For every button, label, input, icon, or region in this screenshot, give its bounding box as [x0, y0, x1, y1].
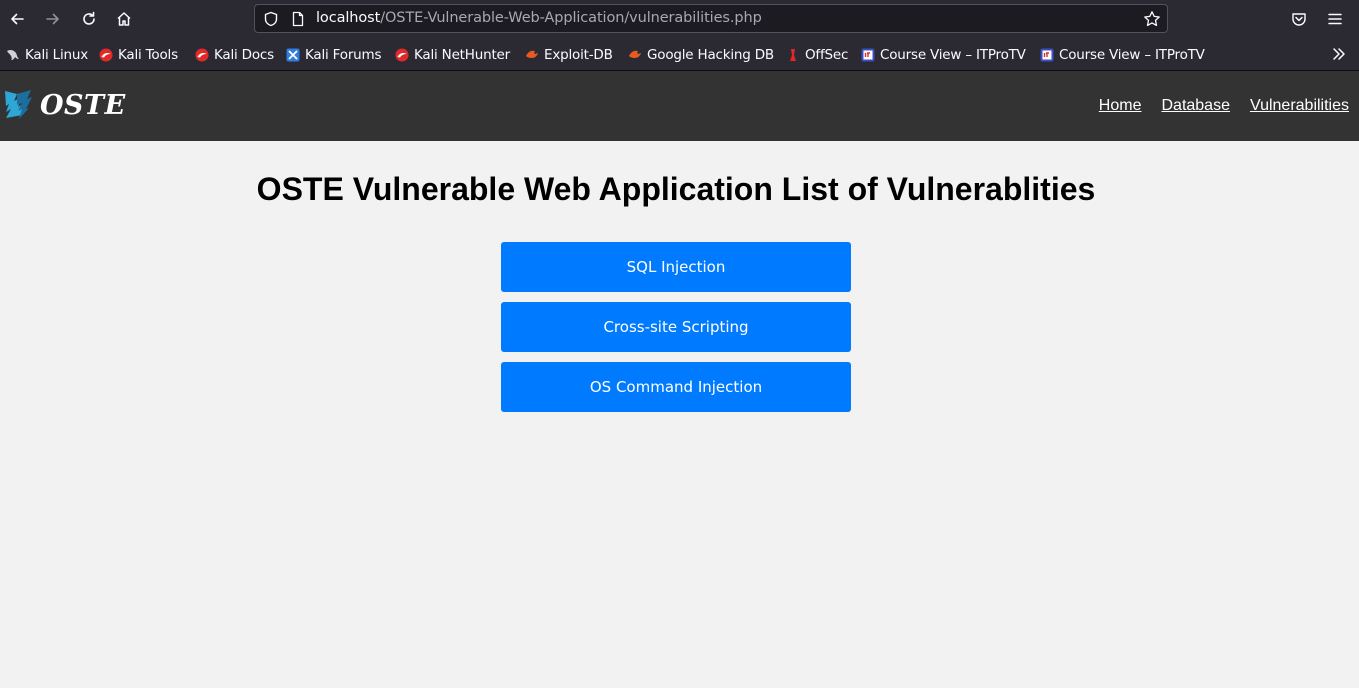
app-menu-button[interactable] — [1321, 5, 1349, 33]
pocket-button[interactable] — [1285, 5, 1313, 33]
bookmark-kali-linux[interactable]: Kali Linux — [6, 45, 88, 65]
kali-icon — [195, 48, 209, 62]
browser-toolbar: localhost/OSTE-Vulnerable-Web-Applicatio… — [0, 0, 1359, 39]
site-logo[interactable]: OSTE — [4, 88, 126, 122]
home-button[interactable] — [110, 5, 138, 33]
bookmark-kali-tools[interactable]: Kali Tools — [99, 45, 178, 65]
exploit-db-icon — [628, 48, 642, 62]
bookmark-label: Kali Forums — [305, 47, 382, 63]
bookmark-label: Kali Tools — [118, 47, 178, 63]
bookmark-label: Exploit-DB — [544, 47, 613, 63]
bookmark-label: Course View – ITProTV — [1059, 47, 1205, 63]
back-button[interactable] — [3, 5, 31, 33]
bookmark-kali-nethunter[interactable]: Kali NetHunter — [395, 45, 510, 65]
bookmark-label: OffSec — [805, 47, 849, 63]
page-title: OSTE Vulnerable Web Application List of … — [256, 171, 1096, 207]
site-header: OSTE Home Database Vulnerabilities — [0, 71, 1359, 141]
sql-injection-button[interactable]: SQL Injection — [501, 242, 851, 292]
nav-link-vulnerabilities[interactable]: Vulnerabilities — [1250, 97, 1349, 115]
kali-icon — [395, 48, 409, 62]
oste-logo-icon — [5, 90, 32, 119]
itprotv-icon — [861, 48, 875, 62]
forward-arrow-icon — [46, 13, 59, 25]
itprotv-icon — [1040, 48, 1054, 62]
hamburger-menu-icon — [1328, 13, 1342, 25]
offsec-icon — [786, 48, 800, 62]
bookmark-offsec[interactable]: OffSec — [786, 45, 848, 65]
bookmark-course-view-itprotv-1[interactable]: Course View – ITProTV — [861, 45, 1026, 65]
bookmark-star-icon[interactable] — [1143, 10, 1161, 28]
kali-forums-icon — [286, 48, 300, 62]
bookmark-course-view-itprotv-2[interactable]: Course View – ITProTV — [1040, 45, 1205, 65]
exploit-db-icon — [525, 48, 539, 62]
bookmark-kali-forums[interactable]: Kali Forums — [286, 45, 382, 65]
kali-dragon-icon — [6, 48, 20, 62]
home-icon — [117, 12, 131, 26]
tracking-protection-icon[interactable] — [263, 11, 279, 27]
reload-icon — [83, 11, 95, 25]
forward-button[interactable] — [39, 5, 67, 33]
bookmark-label: Kali Docs — [214, 47, 274, 63]
bookmark-label: Google Hacking DB — [647, 47, 774, 63]
page-info-icon[interactable] — [290, 11, 306, 27]
os-command-injection-button[interactable]: OS Command Injection — [501, 362, 851, 412]
url-text[interactable]: localhost/OSTE-Vulnerable-Web-Applicatio… — [316, 10, 762, 26]
chevron-double-right-icon — [1333, 48, 1345, 60]
bookmarks-overflow-button[interactable] — [1331, 46, 1347, 66]
kali-icon — [99, 48, 113, 62]
bookmark-google-hacking-db[interactable]: Google Hacking DB — [628, 45, 774, 65]
pocket-icon — [1292, 13, 1306, 26]
bookmark-label: Kali NetHunter — [414, 47, 510, 63]
nav-link-database[interactable]: Database — [1161, 97, 1230, 115]
back-arrow-icon — [11, 13, 24, 25]
bookmark-exploit-db[interactable]: Exploit-DB — [525, 45, 613, 65]
site-nav: Home Database Vulnerabilities — [1099, 97, 1349, 115]
bookmark-label: Course View – ITProTV — [880, 47, 1026, 63]
logo-text: OSTE — [40, 89, 126, 121]
nav-link-home[interactable]: Home — [1099, 97, 1142, 115]
bookmarks-toolbar: Kali Linux Kali Tools Kali Docs Kali For… — [0, 39, 1359, 71]
url-host: localhost — [316, 10, 381, 26]
url-path: /OSTE-Vulnerable-Web-Application/vulnera… — [380, 10, 762, 26]
bookmark-label: Kali Linux — [25, 47, 89, 63]
address-bar[interactable]: localhost/OSTE-Vulnerable-Web-Applicatio… — [254, 4, 1168, 33]
reload-button[interactable] — [75, 5, 103, 33]
bookmark-kali-docs[interactable]: Kali Docs — [195, 45, 274, 65]
cross-site-scripting-button[interactable]: Cross-site Scripting — [501, 302, 851, 352]
